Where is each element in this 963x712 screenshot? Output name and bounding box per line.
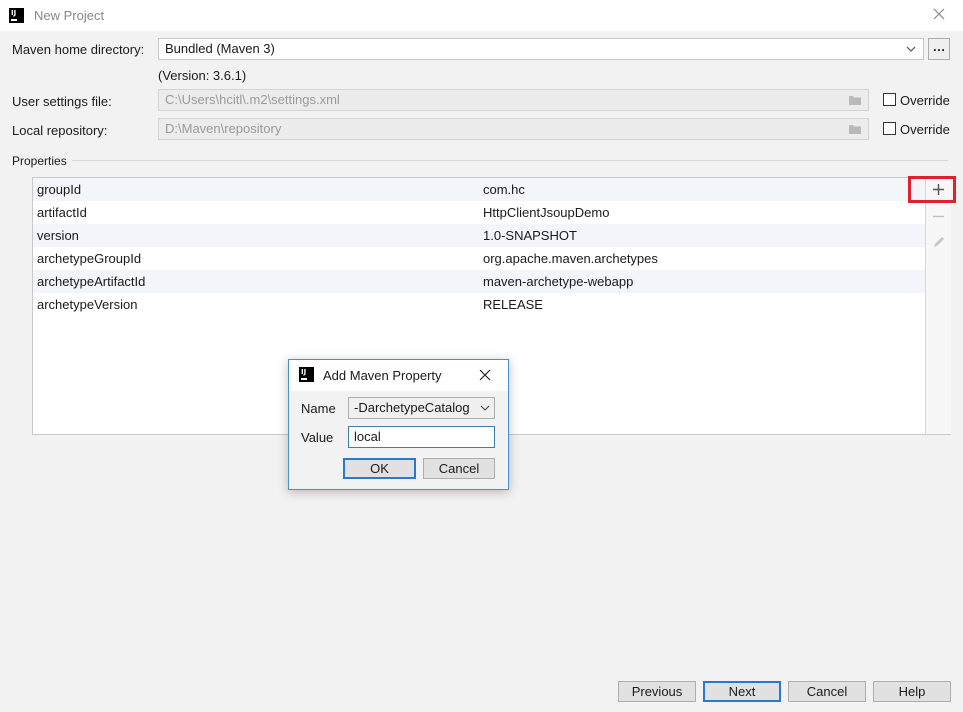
table-toolbar xyxy=(925,178,951,434)
chevron-down-icon xyxy=(906,46,916,52)
value-input[interactable]: local xyxy=(348,426,495,448)
browse-maven-home-button[interactable]: … xyxy=(928,38,950,60)
properties-section-label: Properties xyxy=(12,154,67,168)
remove-icon[interactable] xyxy=(932,210,945,223)
override-repository-label: Override xyxy=(900,122,950,137)
title-bar: IJ New Project xyxy=(0,0,963,31)
close-icon[interactable] xyxy=(479,369,491,381)
override-repository-checkbox[interactable] xyxy=(883,122,896,135)
folder-icon xyxy=(849,96,861,105)
local-repository-value: D:\Maven\repository xyxy=(165,121,282,136)
maven-home-label: Maven home directory: xyxy=(12,42,145,57)
local-repository-label: Local repository: xyxy=(12,123,108,138)
table-row[interactable]: artifactId HttpClientJsoupDemo xyxy=(33,201,925,224)
add-button-highlight xyxy=(908,176,956,203)
value-label: Value xyxy=(301,430,334,445)
section-divider xyxy=(72,160,948,161)
table-row[interactable]: version 1.0-SNAPSHOT xyxy=(33,224,925,247)
override-settings-checkbox[interactable] xyxy=(883,93,896,106)
close-icon[interactable] xyxy=(932,7,946,21)
edit-icon[interactable] xyxy=(932,235,946,249)
name-select[interactable]: -DarchetypeCatalog xyxy=(348,397,495,419)
user-settings-label: User settings file: xyxy=(12,94,112,109)
ok-button[interactable]: OK xyxy=(343,458,416,479)
table-row[interactable]: archetypeVersion RELEASE xyxy=(33,293,925,316)
maven-home-value: Bundled (Maven 3) xyxy=(165,41,275,56)
help-button[interactable]: Help xyxy=(873,681,951,702)
table-row[interactable]: archetypeArtifactId maven-archetype-weba… xyxy=(33,270,925,293)
window-title: New Project xyxy=(34,8,105,23)
previous-button[interactable]: Previous xyxy=(618,681,696,702)
maven-home-select[interactable]: Bundled (Maven 3) xyxy=(158,38,924,60)
cancel-dialog-button[interactable]: Cancel xyxy=(423,458,495,479)
user-settings-value: C:\Users\hcitl\.m2\settings.xml xyxy=(165,92,340,107)
dialog-title: Add Maven Property xyxy=(323,368,442,383)
override-settings-label: Override xyxy=(900,93,950,108)
name-label: Name xyxy=(301,401,336,416)
chevron-down-icon xyxy=(480,405,490,411)
add-maven-property-dialog: IJ Add Maven Property Name -DarchetypeCa… xyxy=(288,359,509,490)
next-button[interactable]: Next xyxy=(703,681,781,702)
maven-version-text: (Version: 3.6.1) xyxy=(158,68,247,83)
folder-icon xyxy=(849,125,861,134)
value-input-text: local xyxy=(354,429,381,444)
local-repository-field: D:\Maven\repository xyxy=(158,118,869,140)
table-row[interactable]: archetypeGroupId org.apache.maven.archet… xyxy=(33,247,925,270)
intellij-logo-icon: IJ xyxy=(9,8,24,23)
name-value: -DarchetypeCatalog xyxy=(354,400,470,415)
user-settings-field: C:\Users\hcitl\.m2\settings.xml xyxy=(158,89,869,111)
cancel-button[interactable]: Cancel xyxy=(788,681,866,702)
intellij-logo-icon: IJ xyxy=(299,367,314,382)
table-row[interactable]: groupId com.hc xyxy=(33,178,925,201)
